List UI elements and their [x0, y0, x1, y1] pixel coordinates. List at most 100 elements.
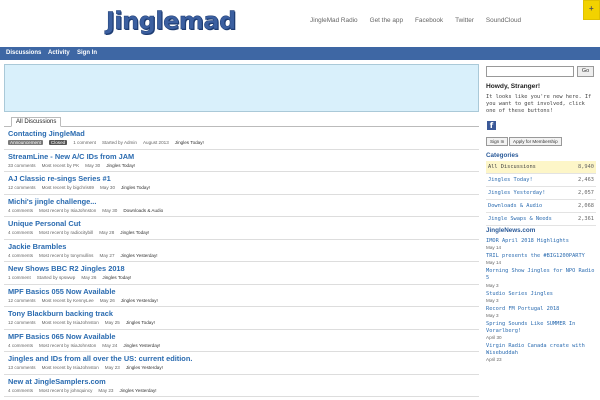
discussion-meta: 13 comments Most recent by IsiaJohnston …: [8, 365, 163, 370]
recent-label: Most recent by: [41, 320, 72, 325]
news-title[interactable]: Spring Sounds Like SUMMER In Vorarlberg!: [486, 320, 596, 335]
navbar-discussions[interactable]: Discussions: [6, 50, 41, 56]
category-item-jingles-yesterday[interactable]: Jingles Yesterday! 2,057: [486, 187, 596, 200]
apply-membership-button[interactable]: Apply for Membership: [509, 137, 562, 146]
author-link[interactable]: radiocitybill: [70, 230, 93, 235]
category-link[interactable]: Downloads & Audio: [123, 208, 163, 213]
discussion-date: May 26: [81, 275, 97, 280]
discussion-date: May 28: [99, 230, 115, 235]
news-title[interactable]: Virgin Radio Canada create with Wisebudd…: [486, 342, 596, 357]
discussion-meta: 12 comments Most recent by IsiaJohnston …: [8, 320, 155, 325]
category-item-jingle-swaps[interactable]: Jingle Swaps & Needs 2,361: [486, 213, 596, 226]
discussion-meta: 12 comments Most recent by KennyLee May …: [8, 298, 158, 303]
discussion-item: New Shows BBC R2 Jingles 2018 1 comment …: [4, 262, 479, 285]
news-date: May 3: [486, 297, 499, 303]
discussion-item: Jackie Brambles 4 comments Most recent b…: [4, 240, 479, 262]
news-title[interactable]: TRIL presents the #BIG1200PARTY: [486, 252, 596, 260]
category-link[interactable]: Jingles Yesterday!: [123, 343, 160, 348]
author-link[interactable]: PK: [73, 163, 79, 168]
news-title[interactable]: Record FM Portugal 2018: [486, 305, 596, 313]
category-item-downloads-audio[interactable]: Downloads & Audio 2,068: [486, 200, 596, 213]
recent-label: Most recent by: [39, 387, 70, 393]
search-input[interactable]: [486, 66, 574, 77]
author-link[interactable]: johnquincy: [70, 388, 92, 393]
discussion-title[interactable]: Unique Personal Cut: [8, 219, 81, 228]
author-link[interactable]: tonymullins: [70, 253, 93, 258]
comment-count: 4 comments: [8, 387, 34, 393]
discussion-date: May 27: [99, 252, 115, 258]
category-item-jingles-today[interactable]: Jingles Today! 2,463: [486, 174, 596, 187]
discussion-meta: Announcement Closed 1 comment Started by…: [8, 140, 204, 145]
sign-in-button[interactable]: Sign In: [486, 137, 509, 146]
discussion-meta: 4 comments Most recent by radiocitybill …: [8, 230, 149, 235]
news-date: May 14: [486, 245, 502, 251]
category-link[interactable]: Jingles Yesterday!: [121, 253, 158, 258]
comment-count: 4 comments: [8, 230, 34, 235]
discussion-title[interactable]: AJ Classic re-sings Series #1: [8, 174, 111, 183]
category-link[interactable]: Jingles Yesterday!: [121, 298, 158, 303]
category-count: 2,361: [578, 216, 594, 222]
author-link[interactable]: IsiaJohnston: [70, 343, 96, 348]
news-heading: JingleNews.com: [486, 227, 536, 234]
news-title[interactable]: IMOR April 2018 Highlights: [486, 237, 596, 245]
discussion-meta: 33 comments Most recent by PK May 30 Jin…: [8, 163, 135, 168]
discussion-title[interactable]: StreamLine - New A/C IDs from JAM: [8, 152, 134, 161]
discussion-title[interactable]: Tony Blackburn backing track: [8, 309, 113, 318]
discussion-title[interactable]: Jackie Brambles: [8, 242, 66, 251]
nav-get-the-app[interactable]: Get the app: [370, 17, 403, 24]
discussion-title[interactable]: Michi's jingle challenge...: [8, 197, 96, 206]
discussion-item: StreamLine - New A/C IDs from JAM 33 com…: [4, 150, 479, 172]
discussion-title[interactable]: MPF Basics 065 Now Available: [8, 332, 115, 341]
site-logo[interactable]: Jinglemad: [106, 7, 237, 36]
ribbon-button[interactable]: +: [583, 0, 600, 20]
news-title[interactable]: Studio Series Jingles: [486, 290, 596, 298]
nav-soundcloud[interactable]: SoundCloud: [486, 17, 521, 24]
discussion-title[interactable]: MPF Basics 055 Now Available: [8, 287, 115, 296]
comment-count: 12 comments: [8, 297, 36, 303]
discussion-title[interactable]: Contacting JingleMad: [8, 129, 85, 138]
comment-count: 1 comment: [73, 140, 96, 145]
discussion-title[interactable]: New at JingleSamplers.com: [8, 377, 106, 386]
discussion-date: May 25: [104, 320, 120, 325]
category-link[interactable]: Jingles Today!: [121, 185, 150, 190]
facebook-icon[interactable]: f: [487, 121, 496, 130]
author-link[interactable]: IsiaJohnston: [70, 208, 96, 213]
tab-all-discussions[interactable]: All Discussions: [11, 117, 62, 127]
discussion-meta: 12 comments Most recent by bigchris69 Ma…: [8, 185, 150, 190]
category-link[interactable]: Jingles Yesterday!: [120, 388, 157, 393]
main-navbar: Discussions Activity Sign In: [0, 47, 600, 60]
category-link[interactable]: Jingles Today!: [175, 140, 204, 145]
nav-twitter[interactable]: Twitter: [455, 17, 474, 24]
discussion-date: May 30: [99, 185, 116, 190]
nav-jinglemad-radio[interactable]: JingleMad Radio: [310, 17, 358, 24]
nav-facebook[interactable]: Facebook: [415, 17, 443, 24]
author-link[interactable]: Admin: [124, 140, 137, 145]
comment-count: 12 comments: [8, 320, 36, 325]
news-title[interactable]: Morning Show Jingles for NPO Radio 5: [486, 267, 596, 282]
navbar-sign-in[interactable]: Sign In: [77, 50, 97, 56]
discussion-title[interactable]: Jingles and IDs from all over the US: cu…: [8, 354, 192, 363]
navbar-activity[interactable]: Activity: [48, 50, 70, 56]
discussion-date: May 30: [85, 162, 101, 168]
guest-invite-text: It looks like you're new here. If you wa…: [486, 94, 592, 114]
category-link[interactable]: Jingles Today!: [102, 275, 131, 280]
comment-count: 4 comments: [8, 252, 34, 258]
author-link[interactable]: IsiaJohnston: [73, 365, 99, 370]
category-link[interactable]: Jingles Today!: [126, 320, 155, 325]
discussion-meta: 4 comments Most recent by IsiaJohnston M…: [8, 343, 160, 348]
category-link[interactable]: Jingles Yesterday!: [126, 365, 163, 370]
discussion-title[interactable]: New Shows BBC R2 Jingles 2018: [8, 264, 125, 273]
category-link[interactable]: Jingles Today!: [120, 230, 149, 235]
author-link[interactable]: bigchris69: [73, 185, 94, 190]
recent-label: Started by: [101, 140, 123, 145]
category-name: Jingles Today!: [488, 177, 533, 183]
discussion-item: MPF Basics 065 Now Available 4 comments …: [4, 330, 479, 352]
author-link[interactable]: spswwp: [59, 275, 75, 280]
discussion-item: Tony Blackburn backing track 12 comments…: [4, 307, 479, 330]
category-item-all-discussions[interactable]: All Discussions 8,940: [486, 161, 596, 174]
author-link[interactable]: KennyLee: [73, 298, 94, 303]
category-link[interactable]: Jingles Today!: [106, 163, 135, 168]
search-go-button[interactable]: Go: [577, 66, 594, 77]
author-link[interactable]: IsiaJohnston: [73, 320, 99, 325]
howdy-heading: Howdy, Stranger!: [486, 83, 541, 90]
